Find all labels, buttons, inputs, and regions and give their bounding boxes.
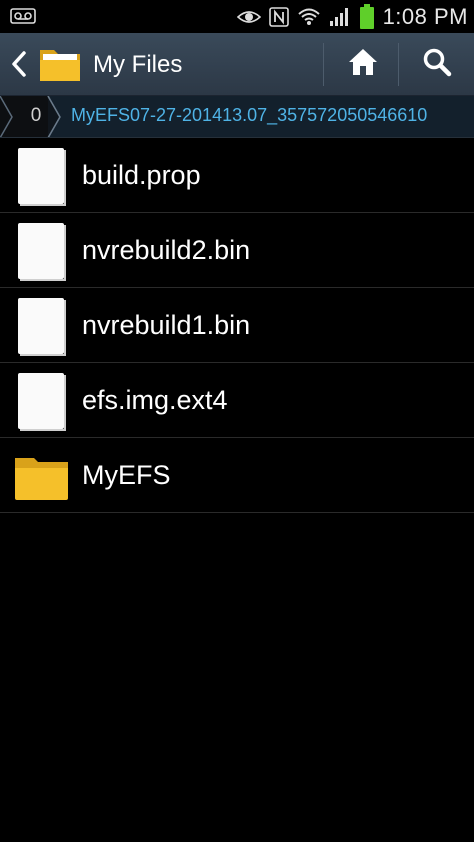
- home-icon: [347, 47, 379, 82]
- folder-icon[interactable]: [38, 44, 82, 84]
- file-icon: [14, 223, 70, 281]
- folder-name: MyEFS: [82, 460, 171, 490]
- page-title[interactable]: My Files: [93, 51, 182, 79]
- file-name: nvrebuild2.bin: [82, 235, 251, 265]
- list-item[interactable]: build.prop: [0, 138, 474, 213]
- eye-icon: [236, 8, 261, 26]
- home-button[interactable]: [330, 33, 396, 96]
- breadcrumb-root[interactable]: 0: [16, 105, 56, 127]
- search-button[interactable]: [404, 33, 470, 96]
- file-name: efs.img.ext4: [82, 385, 228, 415]
- action-bar: My Files: [0, 33, 474, 96]
- file-icon: [14, 148, 70, 206]
- signal-icon: [329, 7, 351, 27]
- list-item[interactable]: nvrebuild2.bin: [0, 213, 474, 288]
- list-item[interactable]: MyEFS: [0, 438, 474, 513]
- file-icon: [14, 298, 70, 356]
- file-name: nvrebuild1.bin: [82, 310, 251, 340]
- status-bar: 1:08 PM: [0, 0, 474, 33]
- clock: 1:08 PM: [382, 3, 468, 29]
- file-name: build.prop: [82, 160, 201, 190]
- file-list: build.prop nvrebuild2.bin nvrebuild1.bin…: [0, 138, 474, 513]
- wifi-icon: [297, 7, 321, 27]
- battery-icon: [359, 3, 375, 30]
- list-item[interactable]: nvrebuild1.bin: [0, 288, 474, 363]
- divider: [398, 43, 399, 86]
- list-item[interactable]: efs.img.ext4: [0, 363, 474, 438]
- breadcrumb: 0 MyEFS07-27-201413.07_357572050546610: [0, 96, 474, 138]
- divider: [323, 43, 324, 86]
- back-arrow-icon[interactable]: [8, 47, 32, 81]
- folder-icon: [14, 448, 70, 504]
- breadcrumb-current[interactable]: MyEFS07-27-201413.07_357572050546610: [71, 105, 427, 126]
- file-icon: [14, 373, 70, 431]
- nfc-icon: [268, 6, 289, 27]
- voicemail-icon: [10, 6, 36, 26]
- search-icon: [422, 47, 452, 82]
